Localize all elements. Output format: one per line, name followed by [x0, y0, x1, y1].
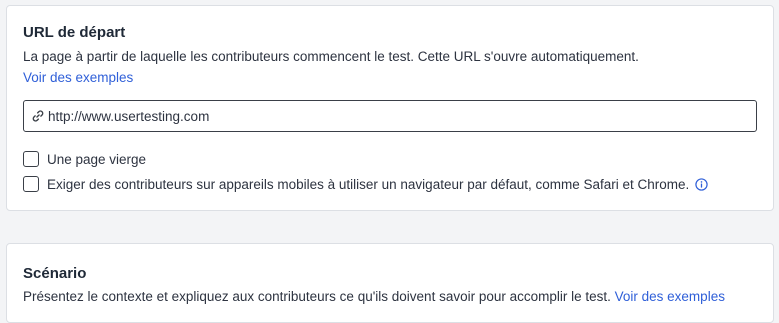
- blank-page-option[interactable]: Une page vierge: [23, 150, 146, 168]
- start-url-field[interactable]: [23, 100, 757, 132]
- scenario-title: Scénario: [23, 265, 87, 282]
- start-url-card: URL de départ La page à partir de laquel…: [6, 5, 774, 211]
- default-browser-checkbox[interactable]: [23, 176, 39, 192]
- default-browser-option[interactable]: Exiger des contributeurs sur appareils m…: [23, 175, 708, 193]
- scenario-description: Présentez le contexte et expliquez aux c…: [23, 289, 615, 304]
- start-url-description: La page à partir de laquelle les contrib…: [23, 49, 639, 64]
- default-browser-label: Exiger des contributeurs sur appareils m…: [47, 176, 690, 192]
- info-icon[interactable]: [695, 177, 708, 191]
- blank-page-label: Une page vierge: [47, 151, 147, 167]
- blank-page-checkbox[interactable]: [23, 151, 39, 167]
- scenario-examples-link[interactable]: Voir des exemples: [615, 289, 725, 304]
- link-icon: [32, 110, 44, 122]
- start-url-examples-link[interactable]: Voir des exemples: [23, 70, 133, 85]
- scenario-description-row: Présentez le contexte et expliquez aux c…: [23, 289, 725, 304]
- scenario-card: Scénario Présentez le contexte et expliq…: [6, 243, 774, 323]
- start-url-title: URL de départ: [23, 24, 126, 41]
- start-url-input[interactable]: [48, 101, 748, 131]
